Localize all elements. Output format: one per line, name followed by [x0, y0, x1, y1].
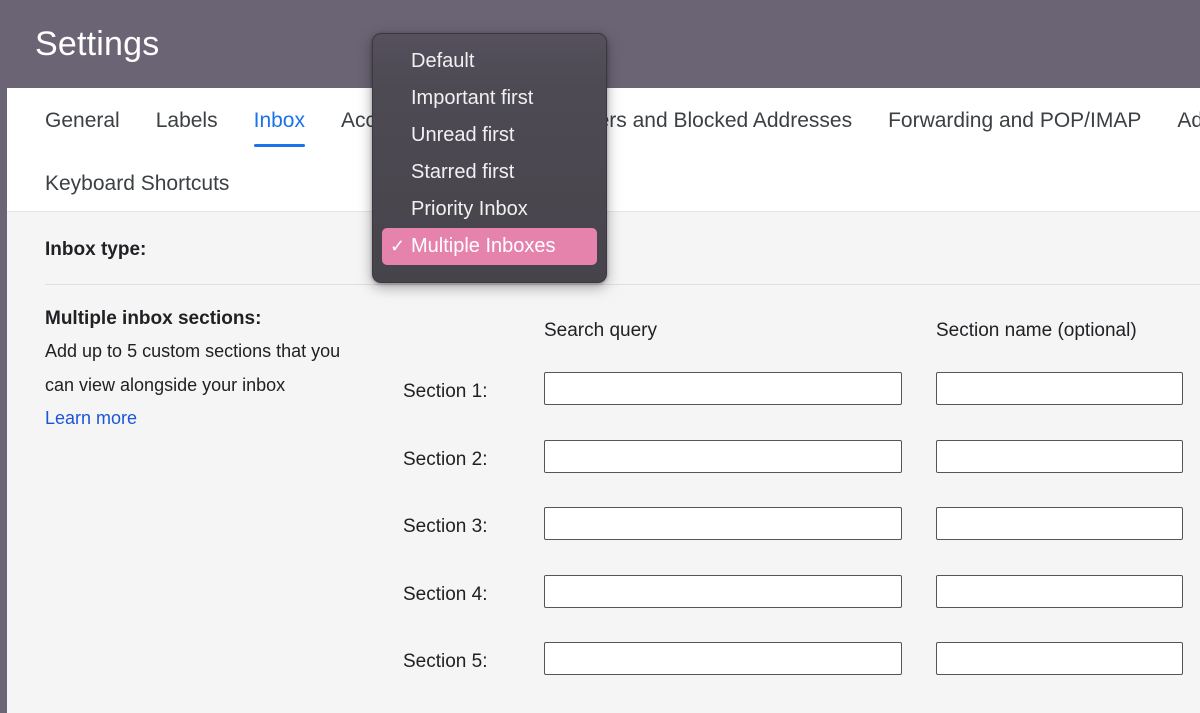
menu-item-label: Starred first [411, 161, 515, 183]
menu-item-priority-inbox[interactable]: Priority Inbox [382, 191, 597, 228]
menu-item-label: Priority Inbox [411, 198, 528, 220]
menu-item-label: Default [411, 50, 475, 72]
inbox-type-label: Inbox type: [45, 239, 147, 260]
multiple-sections-title: Multiple inbox sections: [45, 308, 262, 329]
tab-keyboard-shortcuts[interactable]: Keyboard Shortcuts [45, 170, 229, 198]
inbox-type-dropdown-menu[interactable]: Default Important first Unread first Starre… [372, 33, 607, 283]
page-title: Settings [35, 25, 160, 63]
tab-filters-and-blocked-addresses[interactable]: Filters and Blocked Addresses [570, 107, 852, 147]
section-row-label-3: Section 3: [403, 516, 488, 537]
column-header-search-query: Search query [544, 320, 658, 341]
left-rail [0, 88, 7, 713]
menu-item-label: Unread first [411, 124, 515, 146]
tab-add-ons[interactable]: Add-ons [1177, 107, 1200, 147]
section-name-input-5[interactable] [936, 642, 1183, 675]
tab-row-secondary: Keyboard Shortcuts [45, 170, 265, 198]
section-name-input-2[interactable] [936, 439, 1183, 473]
search-query-input-5[interactable] [544, 642, 902, 675]
settings-content: Inbox type: Multiple inbox sections: Add… [7, 212, 1200, 713]
section-divider [45, 284, 1200, 285]
section-form-rows: Section 1: Section 2: Section 3: Section 4:… [7, 372, 1200, 710]
check-icon: ✓ [390, 236, 406, 256]
section-row-label-2: Section 2: [403, 448, 488, 470]
menu-item-unread-first[interactable]: Unread first [382, 117, 597, 154]
menu-item-label: Multiple Inboxes [411, 235, 556, 257]
section-name-input-1[interactable] [936, 372, 1183, 405]
tab-inbox[interactable]: Inbox [253, 107, 306, 147]
section-row: Section 2: [7, 439, 1200, 508]
tab-labels[interactable]: Labels [156, 107, 218, 147]
multiple-sections-desc-line1: Add up to 5 custom sections that you [45, 341, 341, 361]
column-header-section-name: Section name (optional) [936, 320, 1137, 341]
tab-forwarding-and-pop-imap[interactable]: Forwarding and POP/IMAP [888, 107, 1141, 147]
section-row: Section 1: [7, 372, 1200, 440]
menu-item-default[interactable]: Default [382, 43, 597, 80]
menu-item-important-first[interactable]: Important first [382, 80, 597, 117]
section-row: Section 5: [7, 642, 1200, 710]
menu-item-multiple-inboxes[interactable]: ✓ Multiple Inboxes [382, 228, 597, 265]
section-row: Section 4: [7, 574, 1200, 643]
menu-item-label: Important first [411, 87, 534, 109]
settings-page: Settings GeneralLabelsInboxAccounts and … [0, 0, 1200, 713]
section-name-input-4[interactable] [936, 574, 1183, 608]
search-query-input-1[interactable] [544, 372, 902, 405]
search-query-input-3[interactable] [544, 507, 902, 540]
section-row: Section 3: [7, 507, 1200, 575]
menu-item-starred-first[interactable]: Starred first [382, 154, 597, 191]
section-row-label-5: Section 5: [403, 651, 488, 672]
tab-general[interactable]: General [45, 107, 120, 147]
search-query-input-2[interactable] [544, 439, 902, 473]
section-row-label-1: Section 1: [403, 381, 488, 402]
section-row-label-4: Section 4: [403, 583, 488, 605]
search-query-input-4[interactable] [544, 574, 902, 608]
tab-row-primary: GeneralLabelsInboxAccounts and ImportFil… [45, 107, 1200, 147]
section-name-input-3[interactable] [936, 507, 1183, 540]
